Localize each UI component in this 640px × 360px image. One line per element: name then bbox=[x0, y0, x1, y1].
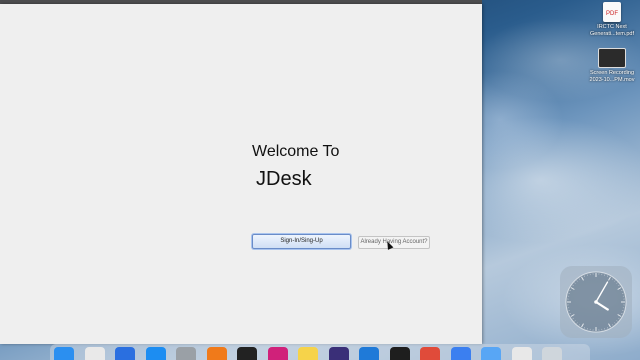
signin-signup-button[interactable]: Sign-In/Sing-Up bbox=[252, 234, 351, 249]
reader-icon[interactable] bbox=[389, 347, 410, 360]
welcome-heading: Welcome To bbox=[252, 143, 340, 160]
finder-icon[interactable] bbox=[54, 347, 74, 360]
desktop-file-label: Screen Recording 2023-10...PM.mov bbox=[589, 70, 635, 83]
folder-icon[interactable] bbox=[481, 347, 501, 360]
eclipse-icon[interactable] bbox=[328, 347, 349, 360]
safari-icon[interactable] bbox=[145, 347, 166, 360]
app-name: JDesk bbox=[256, 168, 312, 190]
already-have-account-button[interactable]: Already Having Account? bbox=[358, 236, 430, 249]
vscode-icon[interactable] bbox=[359, 347, 379, 360]
trash-icon[interactable] bbox=[542, 347, 562, 360]
chrome-icon[interactable] bbox=[450, 347, 471, 360]
notes-icon[interactable] bbox=[298, 347, 318, 360]
clock-widget[interactable] bbox=[560, 266, 632, 338]
desktop-file-label: IRCTC Next Generati...tem.pdf bbox=[589, 24, 635, 37]
terminal-icon[interactable] bbox=[237, 347, 257, 360]
pdf-file-icon: PDF bbox=[603, 2, 621, 22]
intellij-icon[interactable] bbox=[267, 347, 288, 360]
database-icon[interactable] bbox=[176, 347, 196, 360]
mail-icon[interactable] bbox=[115, 347, 135, 360]
preview-icon[interactable] bbox=[511, 347, 532, 360]
screen-recording-icon bbox=[598, 48, 626, 68]
launchpad-icon[interactable] bbox=[84, 347, 105, 360]
sublime-icon[interactable] bbox=[206, 347, 227, 360]
desktop-file-pdf[interactable]: PDF IRCTC Next Generati...tem.pdf bbox=[586, 2, 638, 38]
desktop-file-recording[interactable]: Screen Recording 2023-10...PM.mov bbox=[584, 48, 640, 84]
clock-face-icon bbox=[565, 271, 627, 333]
jdesk-window: Welcome To JDesk Sign-In/Sing-Up Already… bbox=[0, 4, 482, 344]
home-icon[interactable] bbox=[420, 347, 440, 360]
